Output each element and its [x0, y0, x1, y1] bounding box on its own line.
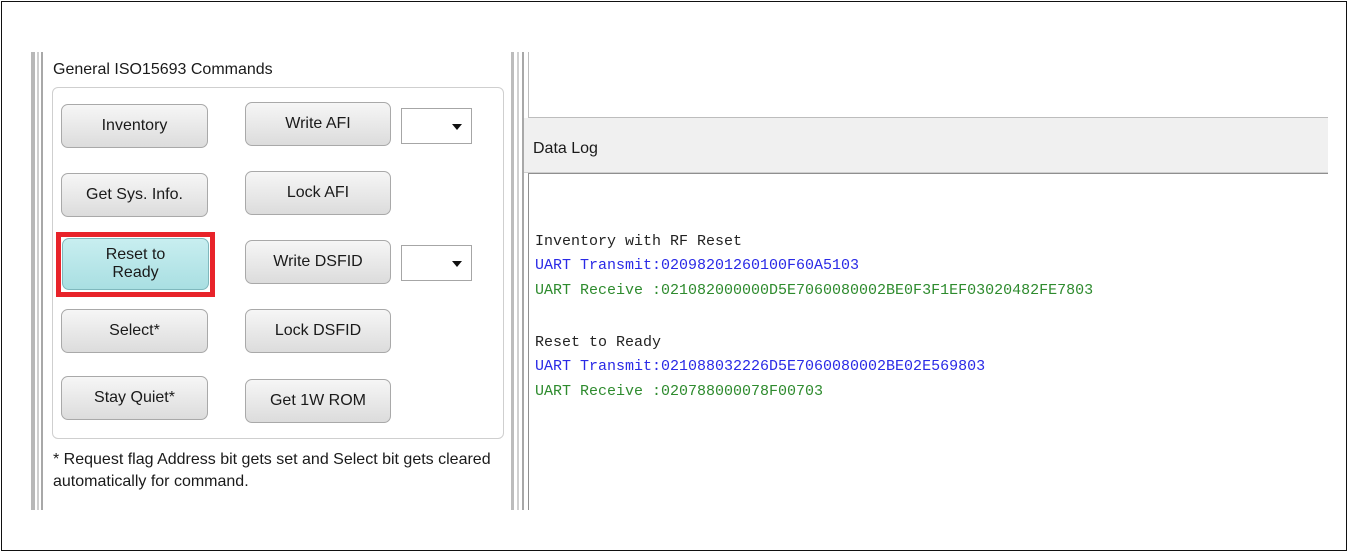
left-edge-bar: [31, 52, 35, 510]
log-line: Inventory with RF Reset: [535, 233, 743, 250]
panel-splitter[interactable]: [511, 52, 514, 510]
left-edge-bar: [37, 52, 39, 510]
data-log-header: Data Log: [524, 118, 1328, 173]
commands-group-title: General ISO15693 Commands: [53, 61, 273, 78]
data-log-title: Data Log: [533, 140, 598, 157]
log-line: Reset to Ready: [535, 334, 662, 351]
dsfid-select[interactable]: [401, 245, 472, 281]
log-line: UART Transmit:021088032226D5E7060080002B…: [535, 358, 986, 375]
chevron-down-icon: [452, 124, 462, 130]
highlight-box: [56, 232, 215, 297]
panel-splitter[interactable]: [517, 52, 519, 510]
command-note: * Request flag Address bit gets set and …: [53, 451, 491, 490]
get-sys-info-button[interactable]: Get Sys. Info.: [61, 173, 208, 217]
write-afi-button[interactable]: Write AFI: [245, 102, 391, 146]
lock-afi-button[interactable]: Lock AFI: [245, 171, 391, 215]
get-1w-rom-button[interactable]: Get 1W ROM: [245, 379, 391, 423]
upper-output-panel: [528, 52, 1328, 118]
log-line: UART Transmit:02098201260100F60A5103: [535, 257, 860, 274]
left-edge-bar: [41, 52, 43, 510]
write-dsfid-button[interactable]: Write DSFID: [245, 240, 391, 284]
lock-dsfid-button[interactable]: Lock DSFID: [245, 309, 391, 353]
chevron-down-icon: [452, 261, 462, 267]
select-button[interactable]: Select*: [61, 309, 208, 353]
stay-quiet-button[interactable]: Stay Quiet*: [61, 376, 208, 420]
log-line: UART Receive :020788000078F00703: [535, 383, 824, 400]
log-line: UART Receive :021082000000D5E7060080002B…: [535, 282, 1094, 299]
inventory-button[interactable]: Inventory: [61, 104, 208, 148]
afi-select[interactable]: [401, 108, 472, 144]
